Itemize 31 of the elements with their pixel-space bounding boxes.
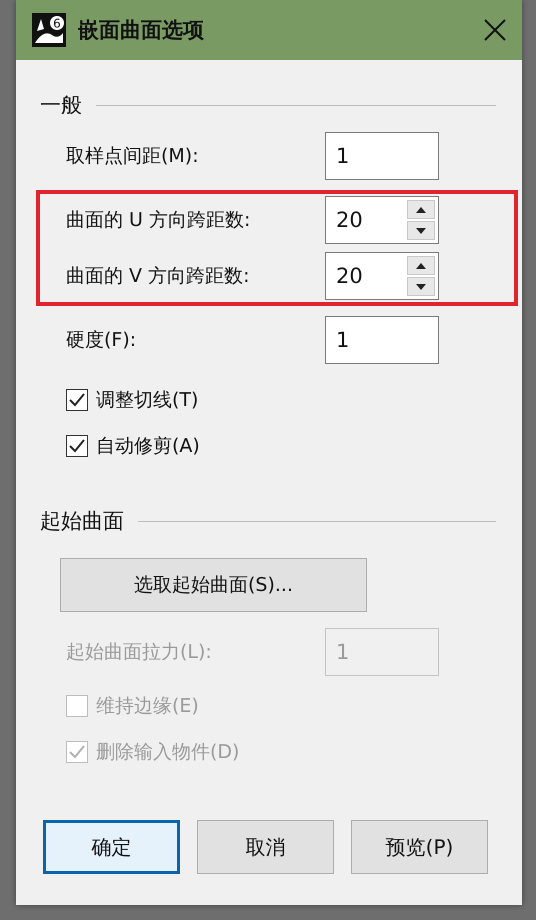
field-label: 曲面的 V 方向跨距数:	[66, 264, 250, 289]
input-field[interactable]: 1	[325, 132, 439, 180]
spin-field[interactable]: 20	[325, 252, 439, 300]
spin-down-button[interactable]	[407, 221, 435, 240]
down-arrow-icon	[416, 284, 426, 290]
field-label: 取样点间距(M):	[66, 144, 200, 169]
dialog-button[interactable]: 确定	[43, 820, 180, 874]
field-label: 起始曲面拉力(L):	[66, 640, 213, 665]
down-arrow-icon	[416, 228, 426, 234]
checkbox[interactable]: 自动修剪(A)	[40, 426, 496, 466]
spin-up-button[interactable]	[407, 200, 435, 219]
select-surface-button[interactable]: 选取起始曲面(S)...	[60, 558, 367, 612]
spin-field[interactable]: 20	[325, 196, 439, 244]
app-logo-icon: 6	[32, 13, 66, 47]
up-arrow-icon	[416, 262, 426, 268]
checkbox[interactable]: 调整切线(T)	[40, 380, 496, 420]
close-icon[interactable]	[484, 19, 506, 41]
window-title: 嵌面曲面选项	[78, 17, 205, 44]
dialog-button[interactable]: 预览(P)	[351, 820, 488, 874]
check-icon	[69, 393, 85, 407]
dialog-button[interactable]: 取消	[197, 820, 334, 874]
section-heading: 一般	[40, 92, 82, 119]
up-arrow-icon	[416, 206, 426, 212]
input-field[interactable]: 1	[325, 316, 439, 364]
spin-down-button[interactable]	[407, 277, 435, 296]
field-label: 曲面的 U 方向跨距数:	[66, 208, 252, 233]
check-icon	[69, 439, 85, 453]
spin-up-button[interactable]	[407, 256, 435, 275]
field-label: 硬度(F):	[66, 328, 138, 353]
check-icon	[69, 745, 85, 759]
section-heading: 起始曲面	[40, 508, 124, 535]
